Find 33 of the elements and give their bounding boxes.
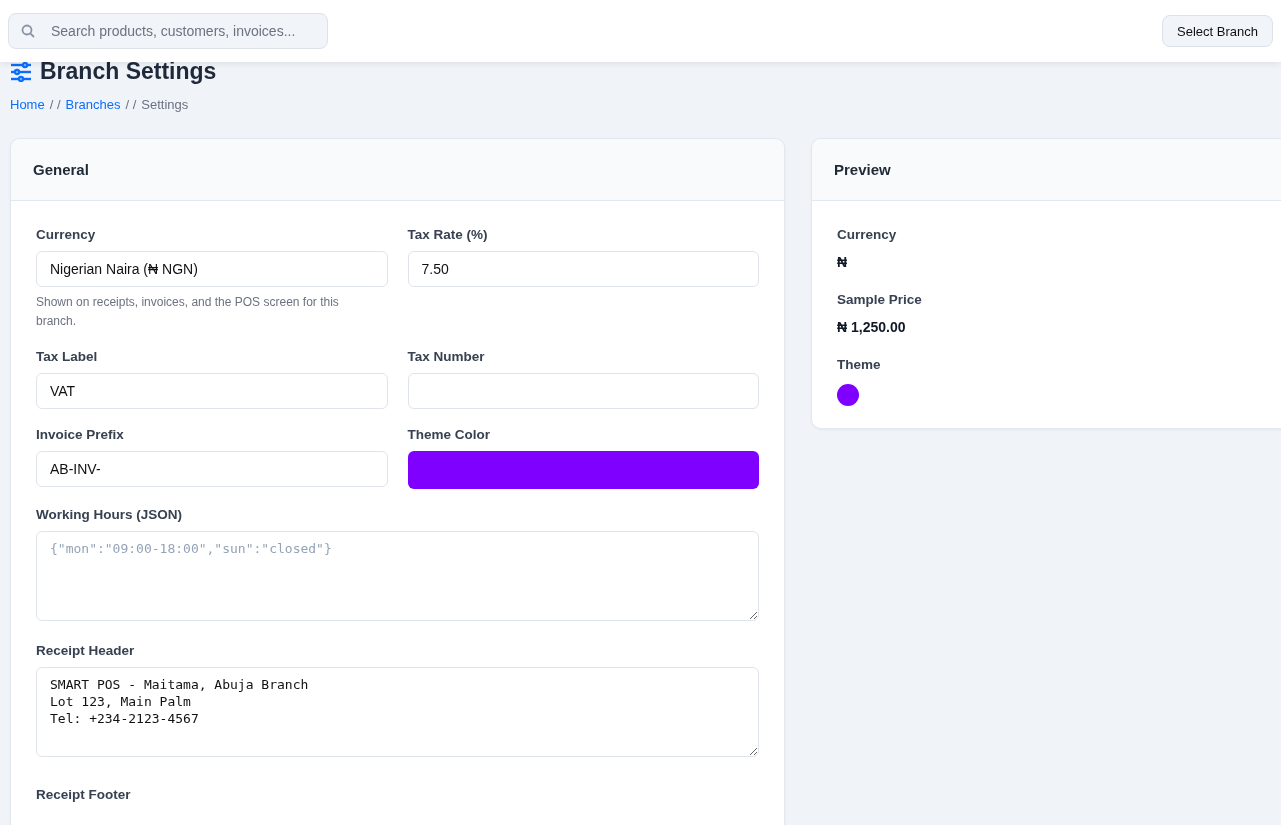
field-label: Currency: [36, 227, 97, 242]
preview-label: Theme: [837, 357, 882, 372]
field-label: Working Hours (JSON): [36, 507, 183, 522]
breadcrumb-separator: / /: [125, 97, 137, 112]
page-title: Branch Settings: [40, 58, 217, 85]
card-title: Preview: [812, 139, 1281, 201]
search-field[interactable]: Search products, customers, invoices...: [8, 13, 328, 49]
field-label: Receipt Header: [36, 643, 136, 658]
text-field[interactable]: AB-INV-: [36, 451, 388, 487]
text-field[interactable]: VAT: [36, 373, 388, 409]
preview-label: Sample Price: [837, 292, 923, 307]
text-field[interactable]: [407, 373, 759, 409]
card-title: General: [11, 139, 784, 201]
preview-value: ₦ 1,250.00: [837, 319, 907, 335]
breadcrumb-link[interactable]: Home: [10, 97, 45, 112]
color-picker[interactable]: [407, 451, 759, 489]
text-field[interactable]: Nigerian Naira (₦ NGN): [36, 251, 388, 287]
field-label: Tax Rate (%): [407, 227, 489, 242]
text-area[interactable]: SMART POS - Maitama, Abuja Branch Lot 123, Main Palm Tel: +234-2123-4567: [36, 667, 759, 757]
field-label: Theme Color: [407, 427, 491, 442]
breadcrumb-current: Settings: [141, 97, 189, 112]
field-label: Tax Label: [36, 349, 99, 364]
field-label: Receipt Footer: [36, 787, 132, 802]
breadcrumb-link[interactable]: Branches: [65, 97, 121, 112]
select-branch-button[interactable]: Select Branch: [1162, 15, 1273, 47]
field-label: Invoice Prefix: [36, 427, 125, 442]
field-label: Tax Number: [407, 349, 486, 364]
text-field[interactable]: 7.50: [407, 251, 759, 287]
preview-value: ₦: [837, 254, 849, 270]
preview-label: Currency: [837, 227, 898, 242]
breadcrumb-separator: / /: [49, 97, 61, 112]
help-text: Shown on receipts, invoices, and the POS screen for this branch.: [36, 294, 340, 330]
text-area[interactable]: {"mon":"09:00-18:00","sun":"closed"}: [36, 531, 759, 621]
